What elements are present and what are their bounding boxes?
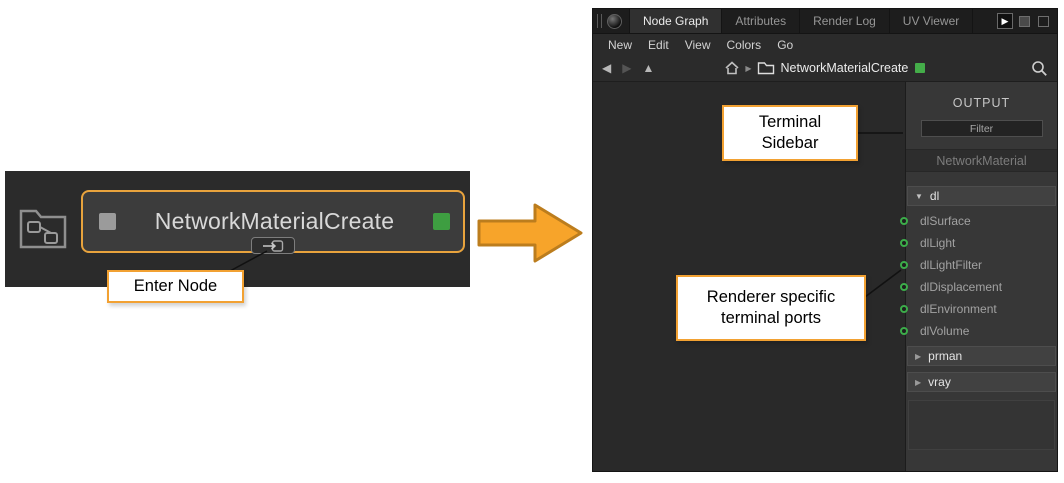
chevron-down-icon: ▼ [915, 192, 923, 201]
port-row-dllightfilter[interactable]: dlLightFilter [906, 254, 1057, 276]
port-label: dlDisplacement [920, 280, 1002, 294]
renderer-ports-callout: Renderer specific terminal ports [676, 275, 866, 341]
breadcrumb-node-name[interactable]: NetworkMaterialCreate [781, 61, 909, 75]
port-row-dlenvironment[interactable]: dlEnvironment [906, 298, 1057, 320]
port-label: dlVolume [920, 324, 969, 338]
tab-attributes[interactable]: Attributes [722, 9, 800, 33]
port-label: dlSurface [920, 214, 971, 228]
tab-label: UV Viewer [903, 14, 959, 28]
filter-button[interactable]: Filter [921, 120, 1043, 137]
menu-edit[interactable]: Edit [640, 38, 677, 52]
node-graph-panel: Node Graph Attributes Render Log UV View… [592, 8, 1058, 472]
port-label: dlLightFilter [920, 258, 982, 272]
enter-node-button[interactable] [251, 237, 295, 254]
menu-go[interactable]: Go [769, 38, 801, 52]
sidebar-title: OUTPUT [906, 96, 1057, 110]
forward-button[interactable]: ▶ [622, 61, 631, 75]
callout-text: Enter Node [134, 276, 217, 297]
chevron-right-icon: ▶ [915, 352, 921, 361]
up-button[interactable]: ▲ [642, 61, 654, 75]
port-circle-icon[interactable] [900, 217, 908, 225]
port-label: dlLight [920, 236, 955, 250]
enter-node-icon [262, 240, 284, 252]
tab-label: Attributes [735, 14, 786, 28]
node-state-badge [915, 63, 925, 73]
nav-bar: ◀ ▶ ▲ ▶ NetworkMaterialCreate [593, 55, 1057, 82]
tab-scroll-glyph: ▶ [1002, 16, 1009, 27]
section-header-vray[interactable]: ▶ vray [907, 372, 1056, 392]
section-header-prman[interactable]: ▶ prman [907, 346, 1056, 366]
pane-maximize-icon[interactable] [1019, 16, 1030, 27]
dl-port-list: dlSurface dlLight dlLightFilter dlDispla… [906, 206, 1057, 342]
home-button-icon[interactable] [724, 61, 740, 75]
menu-colors[interactable]: Colors [719, 38, 770, 52]
tab-label: Node Graph [643, 14, 708, 28]
port-row-dldisplacement[interactable]: dlDisplacement [906, 276, 1057, 298]
section-header-dl[interactable]: ▼ dl [907, 186, 1056, 206]
port-circle-icon[interactable] [900, 305, 908, 313]
node-input-terminal[interactable] [99, 213, 116, 230]
material-name-label: NetworkMaterial [906, 149, 1057, 172]
breadcrumb-separator-icon: ▶ [745, 64, 751, 73]
pane-close-icon[interactable] [1038, 16, 1049, 27]
port-circle-icon[interactable] [900, 327, 908, 335]
transition-arrow [477, 202, 585, 264]
pane-menu-icon[interactable] [607, 14, 622, 29]
tab-scroll-right-icon[interactable]: ▶ [997, 13, 1013, 29]
terminal-sidebar-callout: Terminal Sidebar [722, 105, 858, 161]
port-row-dllight[interactable]: dlLight [906, 232, 1057, 254]
port-circle-icon[interactable] [900, 239, 908, 247]
pane-grip-icon[interactable] [597, 14, 602, 28]
page: NetworkMaterialCreate Node Graph Attribu… [0, 0, 1064, 483]
node-output-terminal[interactable] [433, 213, 450, 230]
menu-bar: New Edit View Colors Go [593, 34, 1057, 55]
port-circle-icon[interactable] [900, 261, 908, 269]
tab-bar: Node Graph Attributes Render Log UV View… [593, 9, 1057, 34]
networkmaterialcreate-node[interactable]: NetworkMaterialCreate [81, 190, 465, 253]
node-title: NetworkMaterialCreate [116, 208, 433, 235]
sidebar-empty-area [908, 400, 1055, 450]
port-label: dlEnvironment [920, 302, 997, 316]
callout-text-line1: Terminal [759, 112, 821, 133]
port-circle-icon[interactable] [900, 283, 908, 291]
folder-icon [757, 61, 775, 75]
chevron-right-icon: ▶ [915, 378, 921, 387]
tab-node-graph[interactable]: Node Graph [629, 9, 722, 33]
terminal-sidebar: OUTPUT Filter NetworkMaterial ▼ dl dlSur… [905, 82, 1057, 471]
tab-uv-viewer[interactable]: UV Viewer [890, 9, 973, 33]
callout-text-line2: Sidebar [762, 133, 819, 154]
callout-text-line1: Renderer specific [707, 287, 835, 308]
port-row-dlvolume[interactable]: dlVolume [906, 320, 1057, 342]
tab-render-log[interactable]: Render Log [800, 9, 890, 33]
back-button[interactable]: ◀ [602, 61, 611, 75]
section-label: dl [930, 189, 939, 203]
section-label: vray [928, 375, 951, 389]
menu-new[interactable]: New [600, 38, 640, 52]
port-row-dlsurface[interactable]: dlSurface [906, 210, 1057, 232]
search-icon[interactable] [1031, 60, 1048, 77]
tab-label: Render Log [813, 14, 876, 28]
group-node-icon [13, 195, 73, 255]
callout-text-line2: terminal ports [721, 308, 821, 329]
enter-node-callout: Enter Node [107, 270, 244, 303]
section-label: prman [928, 349, 962, 363]
menu-view[interactable]: View [677, 38, 719, 52]
